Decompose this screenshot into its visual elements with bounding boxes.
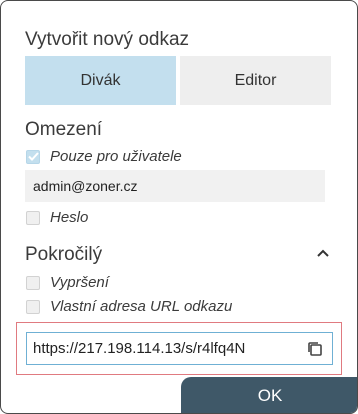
password-checkbox[interactable] bbox=[26, 210, 40, 225]
users-only-checkbox[interactable] bbox=[26, 149, 40, 164]
restrictions-section-title: Omezení bbox=[25, 119, 103, 140]
password-option[interactable]: Heslo bbox=[26, 209, 88, 226]
ok-button[interactable]: OK bbox=[181, 377, 357, 413]
tab-editor[interactable]: Editor bbox=[180, 56, 331, 105]
share-link-dialog: Vytvořit nový odkaz Divák Editor Omezení… bbox=[0, 0, 358, 414]
email-field[interactable] bbox=[25, 170, 325, 202]
expiry-label: Vypršení bbox=[50, 274, 109, 291]
advanced-section-title: Pokročilý bbox=[25, 244, 103, 265]
custom-url-option[interactable]: Vlastní adresa URL odkazu bbox=[26, 298, 232, 315]
copy-icon[interactable] bbox=[306, 340, 324, 358]
custom-url-label: Vlastní adresa URL odkazu bbox=[50, 298, 233, 315]
checkmark-icon bbox=[27, 152, 39, 161]
expiry-option[interactable]: Vypršení bbox=[26, 274, 109, 291]
custom-url-checkbox[interactable] bbox=[26, 299, 40, 314]
password-label: Heslo bbox=[50, 209, 89, 226]
role-segmented-control: Divák Editor bbox=[25, 56, 331, 105]
users-only-option[interactable]: Pouze pro uživatele bbox=[26, 148, 182, 165]
expiry-checkbox[interactable] bbox=[26, 275, 40, 290]
dialog-title: Vytvořit nový odkaz bbox=[25, 29, 190, 50]
link-highlight-frame: https://217.198.114.13/s/r4lfq4N bbox=[16, 322, 342, 375]
users-only-label: Pouze pro uživatele bbox=[50, 148, 182, 165]
tab-viewer[interactable]: Divák bbox=[25, 56, 176, 105]
share-url-text[interactable]: https://217.198.114.13/s/r4lfq4N bbox=[33, 340, 306, 357]
chevron-up-icon[interactable] bbox=[315, 247, 331, 259]
share-url-field[interactable]: https://217.198.114.13/s/r4lfq4N bbox=[26, 332, 333, 365]
